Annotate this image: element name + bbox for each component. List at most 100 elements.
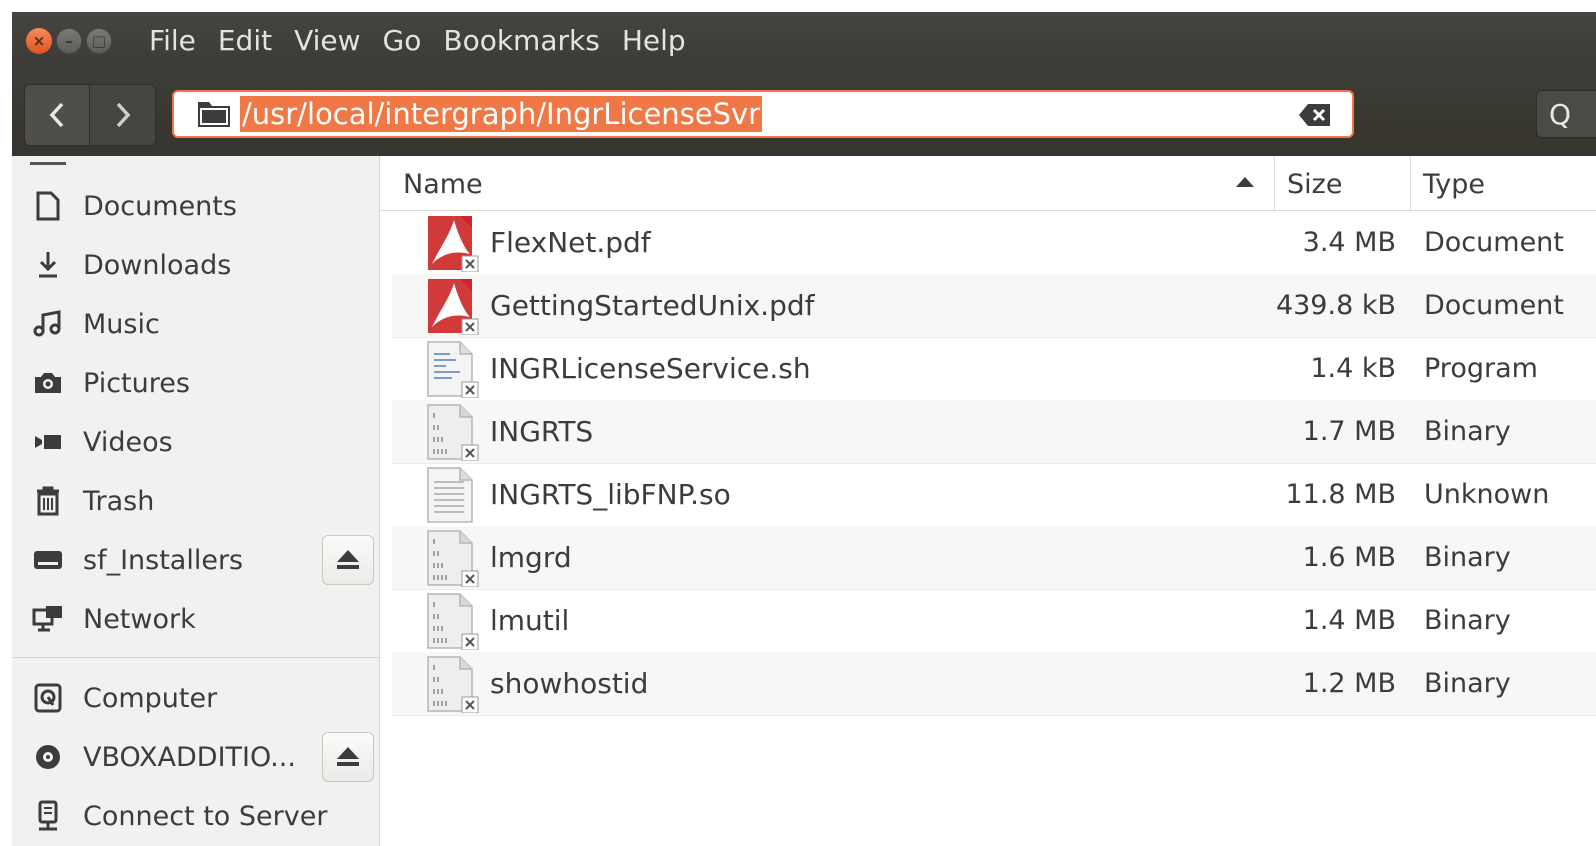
script-icon bbox=[427, 341, 479, 398]
file-size: 1.6 MB bbox=[1302, 542, 1396, 573]
sidebar-item-videos[interactable]: Videos bbox=[12, 414, 379, 470]
file-type: Program bbox=[1424, 353, 1538, 384]
file-row[interactable]: INGRTS_libFNP.so 11.8 MB Unknown bbox=[392, 463, 1596, 527]
file-name: lmgrd bbox=[490, 541, 572, 574]
file-type: Document bbox=[1424, 290, 1564, 321]
clear-text-icon[interactable] bbox=[1298, 102, 1332, 128]
sidebar-item-network[interactable]: Network bbox=[12, 591, 379, 647]
menu-go[interactable]: Go bbox=[372, 12, 433, 70]
sidebar-item-downloads[interactable]: Downloads bbox=[12, 237, 379, 293]
sidebar-item-vboxadditions[interactable]: VBOXADDITIO... bbox=[12, 729, 379, 785]
sidebar-item-label: Connect to Server bbox=[83, 800, 328, 832]
chevron-left-icon bbox=[49, 102, 64, 128]
file-row[interactable]: lmgrd 1.6 MB Binary bbox=[392, 526, 1596, 590]
navigation-buttons bbox=[24, 84, 156, 146]
sidebar-item-label: Computer bbox=[83, 682, 218, 714]
video-icon bbox=[30, 424, 66, 460]
server-icon bbox=[30, 798, 66, 834]
maximize-window-button[interactable]: □ bbox=[86, 28, 112, 54]
menu-items: File Edit View Go Bookmarks Help bbox=[138, 12, 697, 70]
eject-sf-installers-button[interactable] bbox=[322, 535, 374, 585]
camera-icon bbox=[30, 365, 66, 401]
network-icon bbox=[30, 601, 66, 637]
document-icon bbox=[30, 188, 66, 224]
sidebar-item-label: Network bbox=[83, 603, 196, 635]
menu-help[interactable]: Help bbox=[611, 12, 697, 70]
eject-vboxadditions-button[interactable] bbox=[322, 732, 374, 782]
file-row[interactable]: showhostid 1.2 MB Binary bbox=[392, 652, 1596, 716]
menu-bookmarks[interactable]: Bookmarks bbox=[432, 12, 610, 70]
sidebar-item-computer[interactable]: Computer bbox=[12, 670, 379, 726]
partially-hidden-sidebar-item bbox=[30, 156, 66, 165]
trash-icon bbox=[30, 483, 66, 519]
file-type: Document bbox=[1424, 227, 1564, 258]
file-size: 1.4 MB bbox=[1302, 605, 1396, 636]
file-name: INGRLicenseService.sh bbox=[490, 352, 811, 385]
sidebar-item-connect-to-server[interactable]: Connect to Server bbox=[12, 788, 379, 844]
file-row[interactable]: INGRTS 1.7 MB Binary bbox=[392, 400, 1596, 464]
sidebar-item-label: sf_Installers bbox=[83, 544, 244, 576]
download-icon bbox=[30, 247, 66, 283]
column-divider bbox=[1410, 156, 1411, 210]
file-size: 11.8 MB bbox=[1285, 479, 1396, 510]
column-header-size[interactable]: Size bbox=[1287, 156, 1342, 210]
file-row[interactable]: lmutil 1.4 MB Binary bbox=[392, 589, 1596, 653]
file-size: 1.7 MB bbox=[1302, 416, 1396, 447]
binary-icon bbox=[427, 530, 479, 587]
sidebar-item-label: Trash bbox=[83, 485, 155, 517]
sidebar-item-label: Downloads bbox=[83, 249, 232, 281]
binary-icon bbox=[427, 404, 479, 461]
column-header-name[interactable]: Name bbox=[403, 156, 483, 210]
menu-bar: × – □ File Edit View Go Bookmarks Help bbox=[12, 12, 1596, 70]
file-size: 3.4 MB bbox=[1302, 227, 1396, 258]
sidebar-item-pictures[interactable]: Pictures bbox=[12, 355, 379, 411]
close-window-button[interactable]: × bbox=[26, 28, 52, 54]
sidebar-item-label: Documents bbox=[83, 190, 237, 222]
sidebar-item-sf-installers[interactable]: sf_Installers bbox=[12, 532, 379, 588]
menu-file[interactable]: File bbox=[138, 12, 207, 70]
file-size: 1.2 MB bbox=[1302, 668, 1396, 699]
disc-icon bbox=[30, 739, 66, 775]
forward-button[interactable] bbox=[90, 85, 155, 145]
binary-icon bbox=[427, 593, 479, 650]
sidebar-item-label: Music bbox=[83, 308, 160, 340]
file-manager-window: × – □ File Edit View Go Bookmarks Help /… bbox=[12, 12, 1596, 846]
music-icon bbox=[30, 306, 66, 342]
file-name: INGRTS_libFNP.so bbox=[490, 478, 731, 511]
eject-icon bbox=[337, 550, 359, 569]
sidebar-item-label: VBOXADDITIO... bbox=[83, 741, 296, 773]
file-row[interactable]: FlexNet.pdf 3.4 MB Document bbox=[392, 211, 1596, 275]
sidebar-item-label: Videos bbox=[83, 426, 173, 458]
eject-icon bbox=[337, 747, 359, 766]
drive-icon bbox=[30, 542, 66, 578]
file-list: Name Size Type FlexNet.pdf 3.4 MB Docume… bbox=[380, 156, 1596, 846]
sidebar-item-label: Pictures bbox=[83, 367, 190, 399]
sidebar-separator bbox=[12, 657, 379, 658]
binary-icon bbox=[427, 656, 479, 713]
file-name: INGRTS bbox=[490, 415, 594, 448]
sidebar-item-documents[interactable]: Documents bbox=[12, 178, 379, 234]
location-input[interactable]: /usr/local/intergraph/IngrLicenseSvr bbox=[240, 96, 763, 132]
file-name: FlexNet.pdf bbox=[490, 226, 651, 259]
location-bar[interactable]: /usr/local/intergraph/IngrLicenseSvr bbox=[172, 90, 1354, 138]
minimize-window-button[interactable]: – bbox=[56, 28, 82, 54]
file-name: showhostid bbox=[490, 667, 649, 700]
sort-ascending-icon bbox=[1236, 177, 1254, 187]
sidebar-item-music[interactable]: Music bbox=[12, 296, 379, 352]
file-row[interactable]: GettingStartedUnix.pdf 439.8 kB Document bbox=[392, 274, 1596, 338]
column-header-type[interactable]: Type bbox=[1423, 156, 1485, 210]
file-size: 439.8 kB bbox=[1275, 290, 1396, 321]
file-row[interactable]: INGRLicenseService.sh 1.4 kB Program bbox=[392, 337, 1596, 401]
sidebar-item-trash[interactable]: Trash bbox=[12, 473, 379, 529]
search-button[interactable]: Q bbox=[1536, 90, 1596, 138]
back-button[interactable] bbox=[25, 85, 90, 145]
file-type: Binary bbox=[1424, 416, 1511, 447]
file-type: Binary bbox=[1424, 668, 1511, 699]
file-name: GettingStartedUnix.pdf bbox=[490, 289, 815, 322]
pdf-icon bbox=[428, 279, 479, 335]
computer-icon bbox=[30, 680, 66, 716]
menu-edit[interactable]: Edit bbox=[207, 12, 283, 70]
file-name: lmutil bbox=[490, 604, 570, 637]
menu-view[interactable]: View bbox=[283, 12, 371, 70]
window-controls: × – □ bbox=[26, 28, 112, 54]
